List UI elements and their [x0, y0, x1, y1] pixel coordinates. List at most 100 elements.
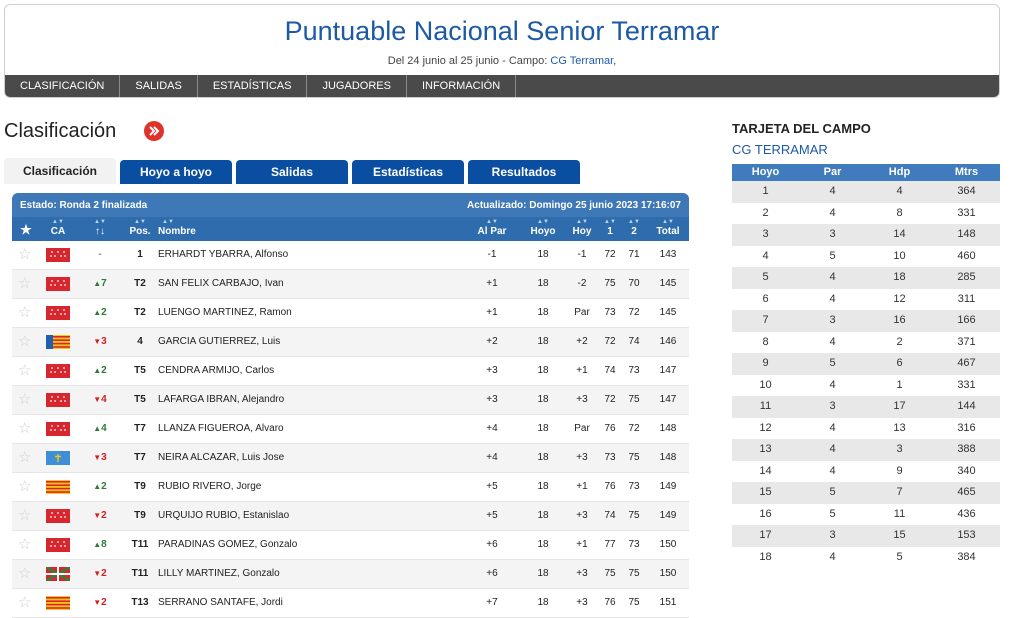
col-al-par[interactable]: ▲▼ Al Par [472, 217, 512, 241]
col-round-2[interactable]: ▲▼ 2 [624, 217, 644, 241]
scorecard-cell: 13 [759, 443, 772, 455]
player-name[interactable]: ERHARDT YBARRA, Alfonso [158, 241, 288, 269]
table-row[interactable]: ☆ ▲7 T2 SAN FELIX CARBAJO, Ivan +1 18 -2 75 70 14… [12, 270, 689, 299]
player-name[interactable]: GARCIA GUTIERREZ, Luis [158, 328, 280, 356]
tab-salidas[interactable]: Salidas [236, 160, 348, 184]
table-row[interactable]: ☆ ▼3 T7 NEIRA ALCAZAR, Luis Jose +4 18 +3 73 75 1… [12, 444, 689, 473]
favorite-star-icon[interactable]: ☆ [18, 241, 31, 269]
player-name[interactable]: CENDRA ARMIJO, Carlos [158, 357, 274, 385]
favorite-star-icon[interactable]: ☆ [18, 502, 31, 530]
player-name[interactable]: LILLY MARTINEZ, Gonzalo [158, 560, 280, 588]
scorecard-cell: 11 [759, 400, 772, 412]
player-name[interactable]: SERRANO SANTAFE, Jordi [158, 589, 283, 617]
round-2-score: 75 [628, 452, 640, 463]
favorite-star-icon[interactable]: ☆ [18, 270, 31, 298]
table-row[interactable]: ☆ ▲2 T5 CENDRA ARMIJO, Carlos +3 18 +1 74 73 147 [12, 357, 689, 386]
tab-hoyo-a-hoyo[interactable]: Hoyo a hoyo [120, 160, 232, 184]
col-hoy[interactable]: ▲▼ Hoy [566, 217, 598, 241]
scorecard-row: 7 3 16 166 [732, 310, 1000, 332]
player-name[interactable]: URQUIJO RUBIO, Estanislao [158, 502, 289, 530]
favorite-star-icon[interactable]: ☆ [18, 415, 31, 443]
col-movement[interactable]: ▲▼ ↑↓ [86, 217, 114, 241]
course-scorecard: Hoyo Par Hdp Mtrs 1 4 4 364 2 4 8 331 3 3 14 148 4 5 1… [732, 164, 1000, 568]
menu-jugadores[interactable]: JUGADORES [307, 75, 407, 97]
player-name[interactable]: PARADINAS GOMEZ, Gonzalo [158, 531, 297, 559]
player-name[interactable]: NEIRA ALCAZAR, Luis Jose [158, 444, 284, 472]
favorite-star-icon[interactable]: ☆ [18, 386, 31, 414]
favorite-star-icon[interactable]: ☆ [18, 560, 31, 588]
position-change: ▲2 [93, 481, 107, 492]
tab-clasificacion[interactable]: Clasificación [4, 158, 116, 184]
course-card-subtitle[interactable]: CG TERRAMAR [732, 142, 828, 157]
table-row[interactable]: ☆ ▼2 T11 LILLY MARTINEZ, Gonzalo +6 18 +3 75 75 1… [12, 560, 689, 589]
player-name[interactable]: LLANZA FIGUEROA, Alvaro [158, 415, 284, 443]
menu-informacion[interactable]: INFORMACIÓN [407, 75, 517, 97]
round-1-score: 73 [604, 307, 616, 318]
table-row[interactable]: ☆ ▼4 T5 LAFARGA IBRAN, Alejandro +3 18 +3 72 75 1… [12, 386, 689, 415]
player-position: T2 [134, 278, 146, 289]
round-2-score: 70 [628, 278, 640, 289]
menu-clasificacion[interactable]: CLASIFICACIÓN [5, 75, 121, 97]
favorite-star-icon[interactable]: ☆ [18, 444, 31, 472]
scorecard-cell: 4 [762, 249, 769, 262]
table-row[interactable]: ☆ ▼2 T13 SERRANO SANTAFE, Jordi +7 18 +3 76 75 15… [12, 589, 689, 618]
player-name[interactable]: LAFARGA IBRAN, Alejandro [158, 386, 284, 414]
col-round-1[interactable]: ▲▼ 1 [600, 217, 620, 241]
favorite-star-icon[interactable]: ☆ [18, 589, 31, 617]
holes-played: 18 [537, 307, 549, 318]
share-arrow-icon[interactable] [144, 121, 164, 141]
total-score: 146 [659, 336, 677, 347]
player-position: 4 [137, 336, 143, 347]
scorecard-row: 2 4 8 331 [732, 202, 1000, 224]
favorite-column-star-icon[interactable]: ★ [16, 217, 36, 241]
favorite-star-icon[interactable]: ☆ [18, 328, 31, 356]
scorecard-cell: 10 [759, 378, 772, 391]
total-score: 147 [659, 365, 677, 376]
total-score: 150 [659, 539, 677, 550]
menu-estadisticas[interactable]: ESTADÍSTICAS [198, 75, 308, 97]
table-row[interactable]: ☆ ▼3 4 GARCIA GUTIERREZ, Luis +2 18 +2 72 74 146 [12, 328, 689, 357]
player-name[interactable]: LUENGO MARTINEZ, Ramon [158, 299, 292, 327]
scorecard-col-hdp: Hdp [888, 166, 911, 178]
player-name[interactable]: RUBIO RIVERO, Jorge [158, 473, 261, 501]
course-card-title: TARJETA DEL CAMPO [732, 121, 871, 136]
scorecard-row: 16 5 11 436 [732, 503, 1000, 525]
position-change: ▲2 [93, 365, 107, 376]
today-score: +3 [576, 510, 588, 521]
scorecard-cell: 17 [893, 400, 906, 412]
scorecard-cell: 4 [829, 335, 836, 348]
scorecard-row: 4 5 10 460 [732, 245, 1000, 267]
col-total[interactable]: ▲▼ Total [652, 217, 684, 241]
col-nombre[interactable]: ▲▼ Nombre [158, 217, 198, 241]
scorecard-cell: 14 [893, 228, 906, 240]
round-2-score: 72 [628, 307, 640, 318]
tab-estadisticas[interactable]: Estadísticas [352, 160, 464, 184]
favorite-star-icon[interactable]: ☆ [18, 531, 31, 559]
scorecard-row: 13 4 3 388 [732, 439, 1000, 461]
table-row[interactable]: ☆ ▲8 T11 PARADINAS GOMEZ, Gonzalo +6 18 +1 77 73… [12, 531, 689, 560]
scorecard-rows: 1 4 4 364 2 4 8 331 3 3 14 148 4 5 10 460 5 4 18 285 6 4 12 311… [732, 181, 1000, 568]
col-ca[interactable]: ▲▼ CA [46, 217, 70, 241]
tab-resultados[interactable]: Resultados [468, 160, 580, 184]
table-row[interactable]: ☆ -1 ERHARDT YBARRA, Alfonso -1 18 -1 72 71 143 [12, 241, 689, 270]
scorecard-col-hoyo: Hoyo [751, 166, 780, 178]
table-row[interactable]: ☆ ▲4 T7 LLANZA FIGUEROA, Alvaro +4 18 Par 76 72 1… [12, 415, 689, 444]
player-name[interactable]: SAN FELIX CARBAJO, Ivan [158, 270, 284, 298]
favorite-star-icon[interactable]: ☆ [18, 357, 31, 385]
table-row[interactable]: ☆ ▼2 T9 URQUIJO RUBIO, Estanislao +5 18 +3 74 75… [12, 502, 689, 531]
round-2-score: 73 [628, 365, 640, 376]
scorecard-cell: 4 [896, 185, 903, 197]
col-hoyo[interactable]: ▲▼ Hoyo [526, 217, 560, 241]
scorecard-row: 12 4 13 316 [732, 417, 1000, 439]
course-link[interactable]: CG Terramar [550, 55, 613, 67]
scorecard-row: 11 3 17 144 [732, 396, 1000, 418]
today-score: Par [574, 423, 590, 434]
col-pos[interactable]: ▲▼ Pos. [122, 217, 158, 241]
favorite-star-icon[interactable]: ☆ [18, 473, 31, 501]
table-row[interactable]: ☆ ▲2 T2 LUENGO MARTINEZ, Ramon +1 18 Par 73 72 14… [12, 299, 689, 328]
table-row[interactable]: ☆ ▲2 T9 RUBIO RIVERO, Jorge +5 18 +1 76 73 149 [12, 473, 689, 502]
menu-salidas[interactable]: SALIDAS [120, 75, 198, 97]
scorecard-cell: 12 [893, 292, 906, 305]
favorite-star-icon[interactable]: ☆ [18, 299, 31, 327]
total-score: 151 [659, 597, 677, 608]
